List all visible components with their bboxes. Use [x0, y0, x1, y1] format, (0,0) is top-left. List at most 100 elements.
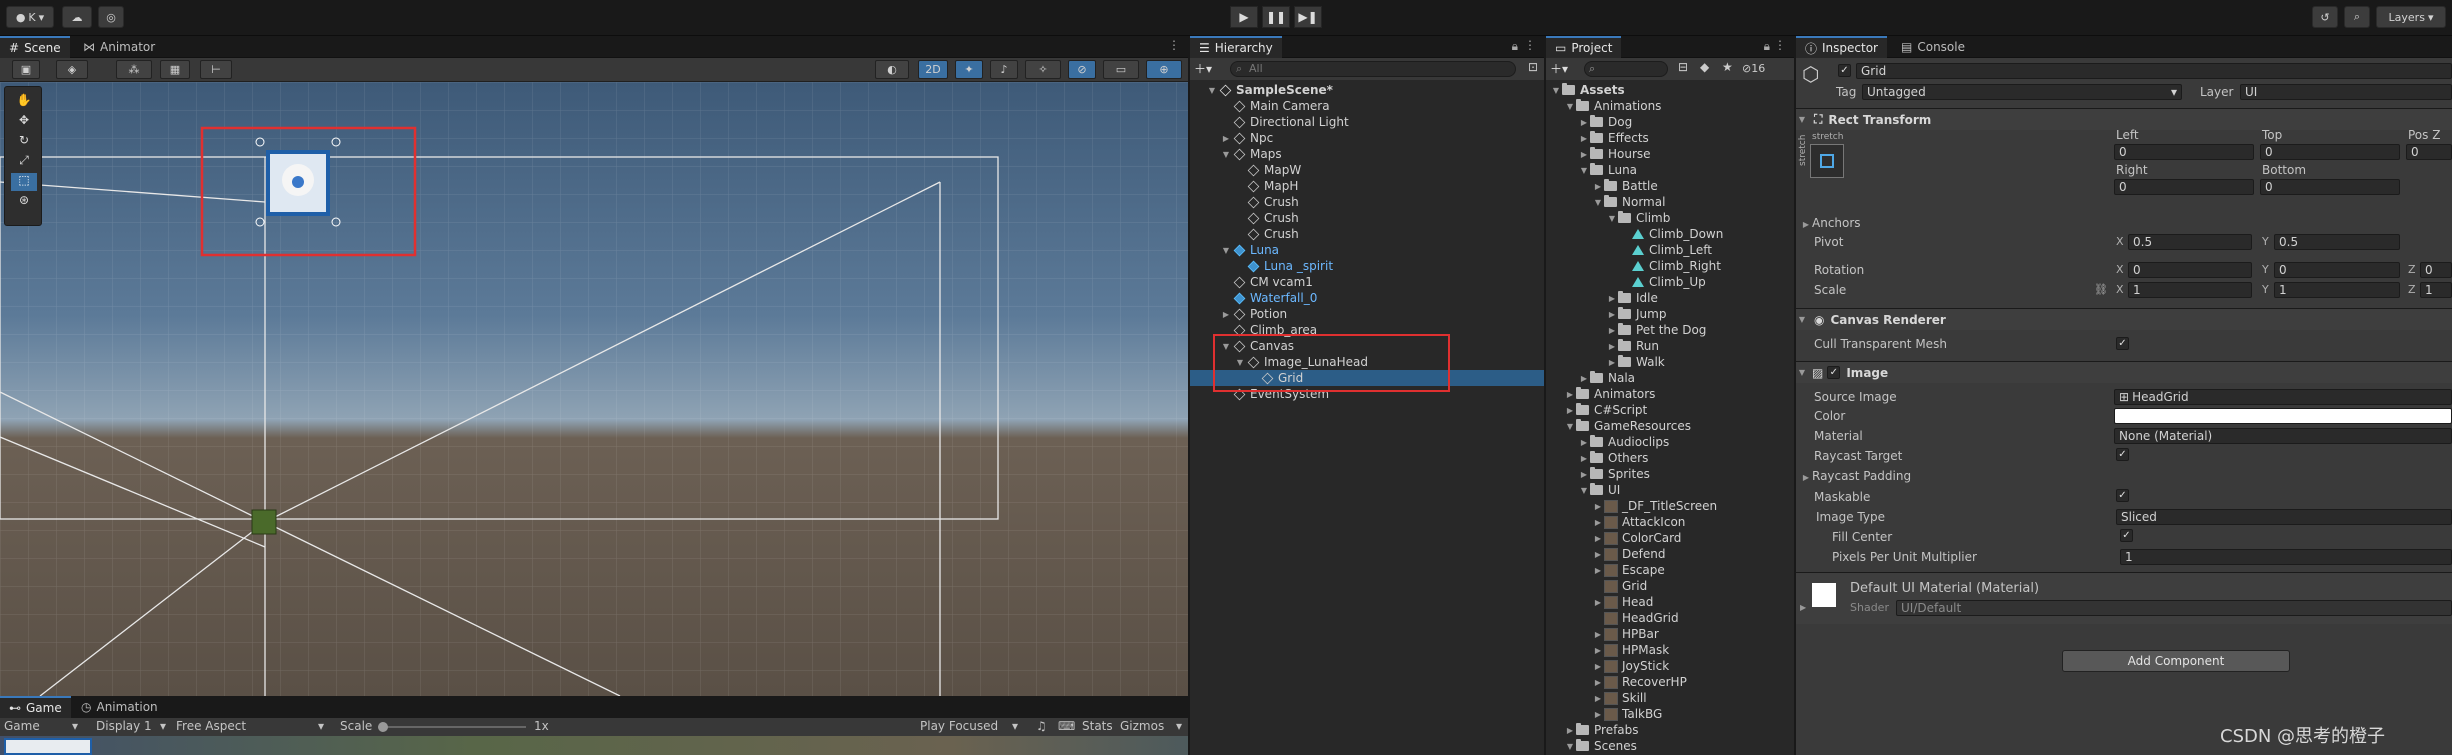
hidden-packages-toggle[interactable]: ⊘16: [1742, 62, 1765, 75]
search-button[interactable]: ⌕: [2344, 6, 2370, 28]
ppu-field[interactable]: 1: [2120, 549, 2452, 565]
tab-animator[interactable]: ⋈ Animator: [74, 36, 164, 58]
effects-dropdown[interactable]: ✧: [1025, 60, 1061, 79]
project-row[interactable]: ▶ Walk: [1546, 354, 1794, 370]
gizmos-dropdown[interactable]: ⊕: [1146, 60, 1182, 79]
project-row[interactable]: ▶ C#Script: [1546, 402, 1794, 418]
source-image-field[interactable]: ⊞ HeadGrid: [2114, 389, 2452, 405]
color-field[interactable]: [2114, 408, 2452, 424]
chevron-right-icon[interactable]: ▶: [1578, 134, 1590, 143]
hierarchy-row[interactable]: Luna _spirit: [1190, 258, 1544, 274]
chevron-right-icon[interactable]: ▶: [1578, 470, 1590, 479]
project-row[interactable]: ▼ Scenes: [1546, 738, 1794, 754]
chevron-right-icon[interactable]: ▶: [1564, 390, 1576, 399]
cloud-button[interactable]: ☁: [62, 6, 92, 28]
project-row[interactable]: Grid: [1546, 578, 1794, 594]
hierarchy-row[interactable]: MapH: [1190, 178, 1544, 194]
render-mode-dropdown[interactable]: ◈: [56, 60, 88, 79]
lighting-toggle[interactable]: ✦: [955, 60, 983, 79]
create-asset-button[interactable]: ＋▾: [1550, 60, 1568, 77]
project-row[interactable]: ▶ Jump: [1546, 306, 1794, 322]
layer-dropdown[interactable]: UI: [2240, 84, 2452, 100]
hierarchy-row[interactable]: Crush: [1190, 226, 1544, 242]
chevron-right-icon[interactable]: ▶: [1578, 150, 1590, 159]
project-row[interactable]: ▶ Defend: [1546, 546, 1794, 562]
hierarchy-row[interactable]: CM vcam1: [1190, 274, 1544, 290]
hierarchy-row[interactable]: ▼ Luna: [1190, 242, 1544, 258]
tab-scene[interactable]: # Scene: [0, 36, 70, 58]
maskable-checkbox[interactable]: ✓: [2116, 489, 2129, 502]
project-row[interactable]: ▼ Climb: [1546, 210, 1794, 226]
project-search-input[interactable]: ⌕: [1584, 61, 1668, 77]
image-type-dropdown[interactable]: Sliced: [2116, 509, 2452, 525]
project-row[interactable]: ▼ Assets: [1546, 82, 1794, 98]
tab-hierarchy[interactable]: ☰ Hierarchy: [1190, 36, 1282, 58]
hand-tool-icon[interactable]: ✋: [11, 93, 37, 111]
chevron-right-icon[interactable]: ▶: [1606, 310, 1618, 319]
hierarchy-row[interactable]: Directional Light: [1190, 114, 1544, 130]
chevron-down-icon[interactable]: ▼: [1592, 198, 1604, 207]
hierarchy-row[interactable]: ▼ Maps: [1190, 146, 1544, 162]
anchors-foldout[interactable]: ▶ Anchors: [1800, 216, 1861, 230]
chevron-right-icon[interactable]: ▶: [1592, 646, 1604, 655]
hierarchy-row[interactable]: ▼ SampleScene*: [1190, 82, 1544, 98]
chevron-right-icon[interactable]: ▶: [1606, 294, 1618, 303]
panel-menu-icon[interactable]: ⋮: [1774, 38, 1786, 52]
chevron-right-icon[interactable]: ▶: [1592, 710, 1604, 719]
project-row[interactable]: ▶ Hourse: [1546, 146, 1794, 162]
chevron-down-icon[interactable]: ▼: [1578, 166, 1590, 175]
chevron-right-icon[interactable]: ▶: [1564, 406, 1576, 415]
chevron-down-icon[interactable]: ▼: [1206, 86, 1218, 95]
object-name-field[interactable]: Grid: [1856, 63, 2452, 79]
chevron-right-icon[interactable]: ▶: [1592, 566, 1604, 575]
audio-toggle[interactable]: ♪: [990, 60, 1018, 79]
project-row[interactable]: ▶ Effects: [1546, 130, 1794, 146]
scale-slider-handle[interactable]: [378, 722, 388, 732]
scene-viewport[interactable]: ✋ ✥ ↻ ⤢ ⬚ ⊛: [0, 82, 1188, 696]
chevron-right-icon[interactable]: ▶: [1220, 134, 1232, 143]
project-row[interactable]: ▶ Prefabs: [1546, 722, 1794, 738]
active-checkbox[interactable]: ✓: [1838, 64, 1851, 77]
right-field[interactable]: 0: [2114, 179, 2254, 195]
gizmos-toggle[interactable]: Gizmos ▾: [1120, 719, 1186, 733]
chevron-right-icon[interactable]: ▶: [1800, 603, 1806, 612]
chevron-right-icon[interactable]: ▶: [1592, 534, 1604, 543]
aspect-dropdown[interactable]: Free Aspect ▾: [176, 719, 326, 733]
tab-console[interactable]: ▤ Console: [1892, 36, 1974, 58]
game-view-dropdown[interactable]: Game ▾: [4, 719, 84, 733]
project-row[interactable]: ▶ Audioclips: [1546, 434, 1794, 450]
anchor-presets-button[interactable]: [1810, 144, 1844, 178]
project-row[interactable]: ▶ AttackIcon: [1546, 514, 1794, 530]
collab-button[interactable]: ◎: [98, 6, 124, 28]
chevron-down-icon[interactable]: ▼: [1564, 422, 1576, 431]
chevron-down-icon[interactable]: ▼: [1606, 214, 1618, 223]
hierarchy-row[interactable]: Crush: [1190, 194, 1544, 210]
chevron-right-icon[interactable]: ▶: [1592, 630, 1604, 639]
project-row[interactable]: ▶ Nala: [1546, 370, 1794, 386]
fill-center-checkbox[interactable]: ✓: [2120, 529, 2133, 542]
chevron-right-icon[interactable]: ▶: [1592, 182, 1604, 191]
play-button[interactable]: ▶: [1230, 6, 1258, 28]
tab-game[interactable]: ⊷ Game: [0, 696, 71, 718]
chevron-down-icon[interactable]: ▼: [1220, 246, 1232, 255]
project-row[interactable]: ▶ Head: [1546, 594, 1794, 610]
chevron-right-icon[interactable]: ▶: [1606, 326, 1618, 335]
shading-dropdown[interactable]: ◐: [875, 60, 909, 79]
project-row[interactable]: Climb_Left: [1546, 242, 1794, 258]
add-component-button[interactable]: Add Component: [2062, 650, 2290, 672]
tag-dropdown[interactable]: Untagged ▾: [1862, 84, 2182, 100]
constrain-proportions-icon[interactable]: ⛓: [2094, 283, 2108, 296]
project-row[interactable]: Climb_Down: [1546, 226, 1794, 242]
project-row[interactable]: ▶ Idle: [1546, 290, 1794, 306]
project-row[interactable]: ▼ Normal: [1546, 194, 1794, 210]
hierarchy-row[interactable]: Crush: [1190, 210, 1544, 226]
grid-dropdown[interactable]: ▦: [160, 60, 190, 79]
chevron-right-icon[interactable]: ▶: [1592, 598, 1604, 607]
rotate-tool-icon[interactable]: ↻: [11, 133, 37, 151]
project-row[interactable]: ▼ UI: [1546, 482, 1794, 498]
chevron-down-icon[interactable]: ▼: [1578, 486, 1590, 495]
project-row[interactable]: ▶ TalkBG: [1546, 706, 1794, 722]
chevron-right-icon[interactable]: ▶: [1592, 550, 1604, 559]
canvas-renderer-header[interactable]: ▼ ◉ Canvas Renderer: [1796, 308, 2452, 330]
chevron-down-icon[interactable]: ▼: [1550, 86, 1562, 95]
